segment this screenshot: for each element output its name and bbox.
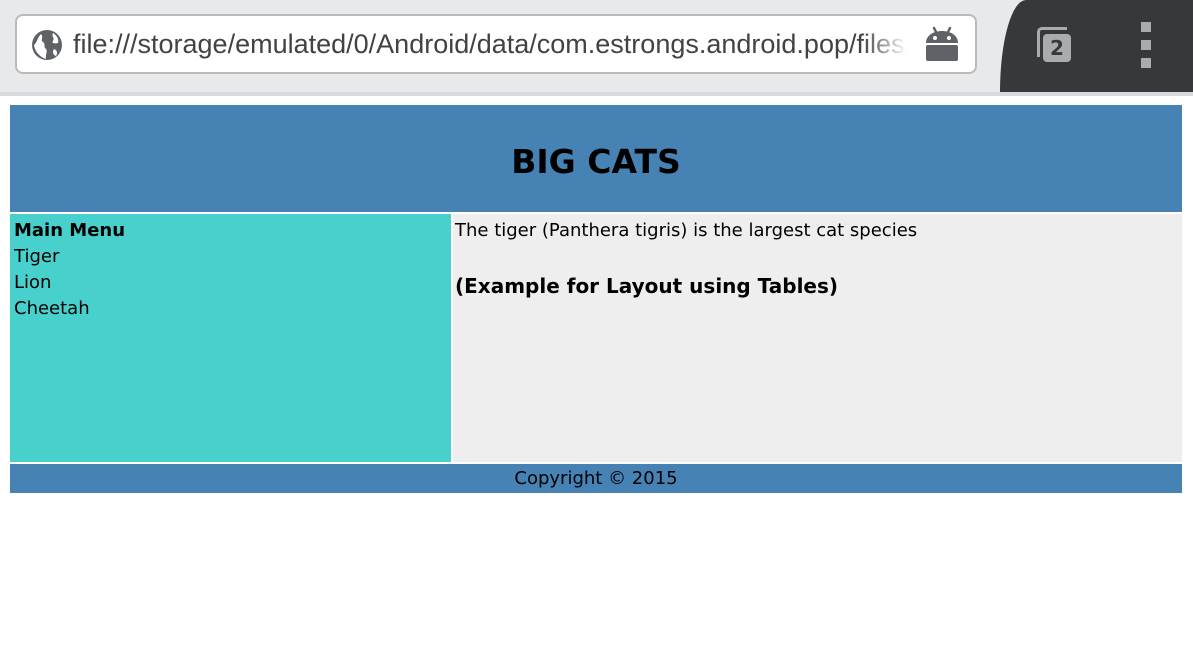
url-text[interactable]: file:///storage/emulated/0/Android/data/… [73,16,907,72]
footer-cell: Copyright © 2015 [10,464,1182,493]
page-title: BIG CATS [511,142,681,181]
menu-cell: Main Menu Tiger Lion Cheetah [10,214,451,462]
menu-item-cheetah: Cheetah [14,298,90,319]
android-icon[interactable] [923,26,961,62]
overflow-menu-icon[interactable] [1136,22,1156,68]
menu-item-lion: Lion [14,272,52,293]
content-heading: (Example for Layout using Tables) [455,274,839,298]
copyright-text: Copyright © 2015 [514,468,678,489]
content-cell: The tiger (Panthera tigris) is the large… [453,214,1182,462]
globe-icon [32,30,62,60]
toolbar-actions: 2 [1000,0,1193,92]
browser-toolbar: file:///storage/emulated/0/Android/data/… [0,0,1193,92]
tab-count-badge: 2 [1043,34,1071,62]
menu-title: Main Menu [14,220,126,241]
menu-item-tiger: Tiger [14,246,60,267]
header-cell: BIG CATS [10,105,1182,212]
content-paragraph: The tiger (Panthera tigris) is the large… [455,220,918,241]
main-menu: Main Menu Tiger Lion Cheetah [10,218,125,322]
toolbar-divider [0,92,1193,96]
layout-table: BIG CATS Main Menu Tiger Lion Cheetah Th… [10,105,1183,493]
address-bar[interactable]: file:///storage/emulated/0/Android/data/… [15,14,977,74]
tab-switcher-button[interactable]: 2 [1034,22,1082,68]
